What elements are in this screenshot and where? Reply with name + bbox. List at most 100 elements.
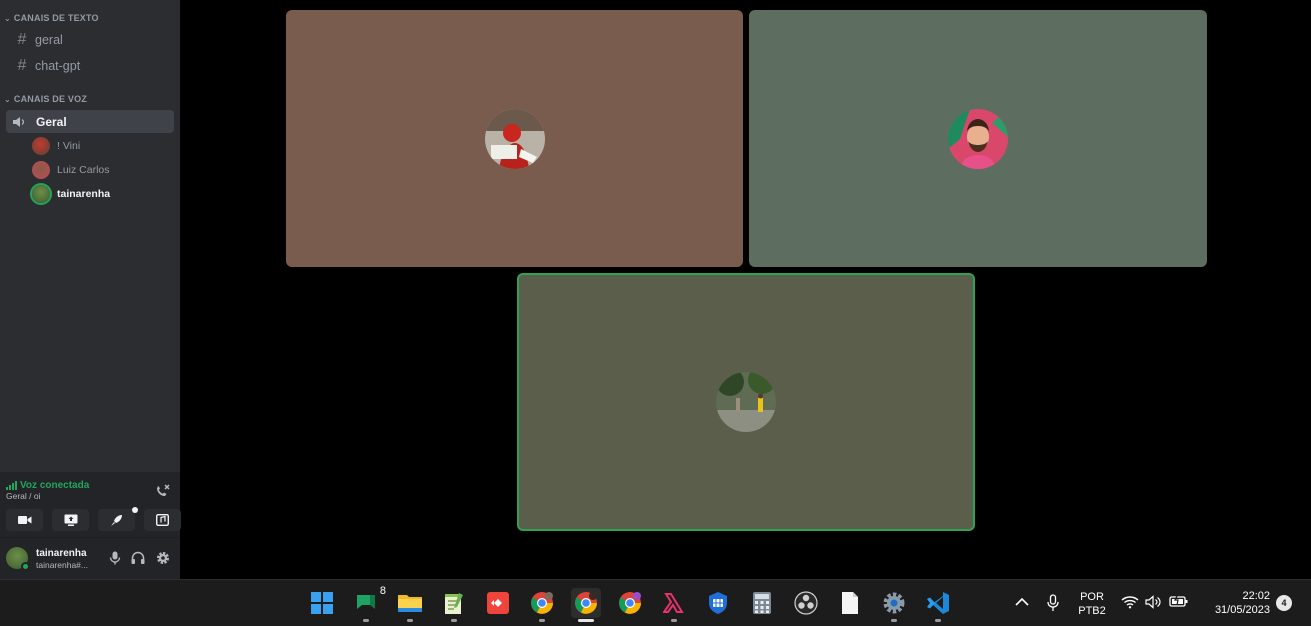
voice-status[interactable]: Voz conectada <box>6 480 89 491</box>
taskbar-app-defender[interactable] <box>703 588 733 618</box>
battery-charging-icon[interactable] <box>1169 594 1189 608</box>
running-indicator <box>407 619 413 622</box>
chrome-profile-1-icon <box>531 592 553 614</box>
chevron-down-icon: ⌄ <box>4 13 11 23</box>
windows-start-icon <box>311 592 333 614</box>
lambda-app-icon <box>663 593 684 613</box>
running-indicator <box>451 619 457 622</box>
signal-icon <box>6 481 17 490</box>
running-indicator <box>539 619 545 622</box>
rocket-icon <box>111 514 122 526</box>
user-tag[interactable]: tainarenha#... <box>36 560 88 570</box>
user-panel: tainarenha tainarenha#... <box>0 538 180 579</box>
soundboard-icon <box>156 514 169 526</box>
voice-status-label: Voz conectada <box>20 480 90 491</box>
text-channels-category[interactable]: ⌄ CANAIS DE TEXTO <box>4 13 99 23</box>
category-label: CANAIS DE TEXTO <box>13 13 99 23</box>
voice-location[interactable]: Geral / oi <box>6 491 41 501</box>
voice-member[interactable]: ! Vini <box>32 136 80 156</box>
taskbar-app-document[interactable] <box>835 588 865 618</box>
voice-channel-geral[interactable]: Geral <box>6 110 174 133</box>
chrome-profile-2-icon <box>575 592 597 614</box>
active-indicator <box>578 619 594 622</box>
participant-tile-vini[interactable] <box>286 10 743 267</box>
keyboard-layout: PTB2 <box>1078 605 1106 617</box>
notification-center-badge[interactable]: 4 <box>1276 595 1292 611</box>
channel-geral[interactable]: # geral <box>8 28 174 52</box>
taskbar-app-obs[interactable] <box>791 588 821 618</box>
clock[interactable]: 22:02 31/05/2023 <box>1198 589 1270 617</box>
participant-tile-tainarenha[interactable] <box>517 273 975 531</box>
obs-studio-icon <box>794 591 818 615</box>
channel-label: geral <box>35 33 63 47</box>
clock-date: 31/05/2023 <box>1214 604 1270 616</box>
taskbar-app-settings[interactable] <box>879 588 909 622</box>
microphone-button[interactable] <box>107 550 123 566</box>
channel-label: chat-gpt <box>35 59 81 73</box>
headphones-button[interactable] <box>130 550 146 566</box>
vscode-icon <box>927 592 949 614</box>
wifi-icon[interactable] <box>1121 595 1139 609</box>
running-indicator <box>671 619 677 622</box>
taskbar-app-google-chat[interactable]: 8 <box>351 585 386 622</box>
taskbar-app-chrome-2[interactable] <box>571 588 601 622</box>
user-settings-gear-button[interactable] <box>155 550 171 566</box>
voice-member[interactable]: tainarenha <box>32 184 110 204</box>
voice-connection-panel: Voz conectada Geral / oi <box>0 472 181 538</box>
hash-icon: # <box>17 57 27 74</box>
camera-button[interactable] <box>6 509 43 531</box>
taskbar-app-vscode[interactable] <box>923 588 953 622</box>
taskbar-app-file-explorer[interactable] <box>395 588 425 622</box>
notepad-plus-plus-icon <box>445 593 463 614</box>
taskbar-app-calculator[interactable] <box>747 588 777 618</box>
input-language-indicator[interactable]: POR PTB2 <box>1076 590 1108 618</box>
calculator-icon <box>753 592 771 614</box>
taskbar-app-chrome-1[interactable] <box>527 588 557 622</box>
voice-member[interactable]: Luiz Carlos <box>32 160 110 180</box>
show-hidden-icons-chevron-up-icon[interactable] <box>1015 597 1029 607</box>
avatar <box>32 137 50 155</box>
participant-avatar <box>948 108 1008 169</box>
channel-chat-gpt[interactable]: # chat-gpt <box>8 54 174 78</box>
settings-gear-icon <box>883 592 905 614</box>
volume-icon[interactable] <box>1145 595 1161 609</box>
file-explorer-icon <box>398 595 422 612</box>
speaker-icon <box>13 116 25 127</box>
chevron-down-icon: ⌄ <box>4 94 11 104</box>
disconnect-call-button[interactable] <box>154 483 170 499</box>
google-chat-icon <box>357 595 375 609</box>
taskbar-app-notepad-plus-plus[interactable] <box>439 588 469 622</box>
start-button[interactable] <box>307 588 337 618</box>
participant-avatar <box>716 372 776 432</box>
activities-button[interactable] <box>98 507 138 531</box>
avatar <box>32 185 50 203</box>
taskbar-app-chrome-3[interactable] <box>615 588 645 618</box>
category-label: CANAIS DE VOZ <box>13 94 88 104</box>
video-camera-icon <box>17 516 31 524</box>
defender-icon <box>709 592 727 614</box>
anydesk-icon <box>487 592 509 614</box>
member-name: ! Vini <box>57 140 81 152</box>
discord-window: ⌄ CANAIS DE TEXTO # geral # chat-gpt ⌄ C… <box>0 0 1311 626</box>
user-name[interactable]: tainarenha <box>36 548 87 559</box>
voice-channels-category[interactable]: ⌄ CANAIS DE VOZ <box>4 94 87 104</box>
taskbar-app-anydesk[interactable] <box>483 588 513 618</box>
voice-channel-label: Geral <box>36 114 67 129</box>
screen-share-button[interactable] <box>52 509 89 531</box>
online-status-indicator <box>21 562 30 571</box>
soundboard-button[interactable] <box>144 509 181 531</box>
member-name: Luiz Carlos <box>57 164 110 176</box>
windows-taskbar: 8 POR PTB2 22:02 31/05/2023 <box>0 579 1311 626</box>
hash-icon: # <box>17 31 27 48</box>
running-indicator <box>891 619 897 622</box>
participant-avatar <box>484 108 545 169</box>
screen-share-icon <box>64 514 77 526</box>
blank-document-icon <box>842 592 858 614</box>
participant-tile-luiz-carlos[interactable] <box>749 10 1207 267</box>
language-code: POR <box>1080 591 1104 603</box>
chrome-profile-3-icon <box>619 592 641 614</box>
microphone-icon[interactable] <box>1046 594 1060 612</box>
taskbar-app-lambda[interactable] <box>659 588 689 622</box>
member-name: tainarenha <box>57 188 111 200</box>
notification-count: 8 <box>379 585 386 597</box>
